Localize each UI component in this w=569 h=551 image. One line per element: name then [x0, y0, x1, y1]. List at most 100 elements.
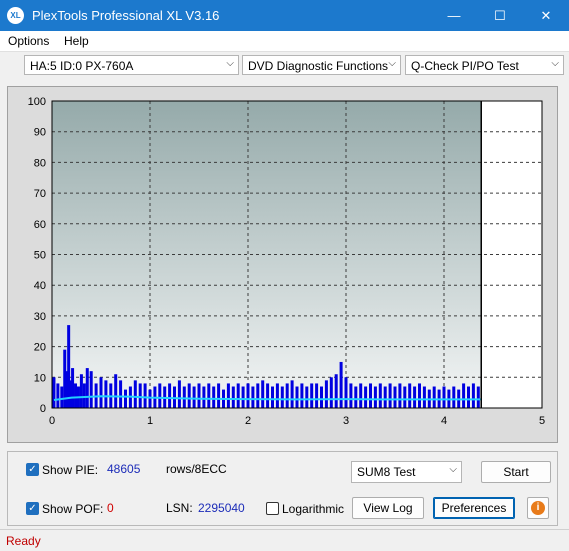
pie-value: 48605	[107, 462, 141, 476]
pie-bar	[82, 383, 86, 408]
pie-bar	[432, 386, 436, 408]
drive-select-value: HA:5 ID:0 PX-760A	[30, 59, 134, 73]
pie-bar	[373, 386, 377, 408]
preferences-button[interactable]: Preferences	[433, 497, 515, 519]
pie-bar	[452, 386, 456, 408]
view-log-button[interactable]: View Log	[352, 497, 424, 519]
pie-bar	[192, 386, 196, 408]
menu-options[interactable]: Options	[8, 34, 49, 48]
pie-bar	[329, 377, 333, 408]
status-text: Ready	[6, 534, 41, 548]
pie-bar	[295, 386, 299, 408]
test-select[interactable]: Q-Check PI/PO Test ⌵	[405, 55, 564, 75]
pie-bar	[310, 383, 314, 408]
info-icon: i	[531, 501, 545, 515]
y-tick-label: 40	[34, 280, 46, 292]
pie-bar	[300, 383, 304, 408]
status-bar: Ready	[0, 529, 569, 551]
y-tick-label: 20	[34, 342, 46, 354]
pie-bar	[324, 380, 328, 408]
pie-bar	[231, 386, 235, 408]
chevron-down-icon: ⌵	[388, 58, 396, 69]
pie-bar	[393, 386, 397, 408]
pie-bar	[285, 383, 289, 408]
pie-bar	[226, 383, 230, 408]
pie-bar	[369, 383, 372, 408]
pie-bar	[138, 383, 142, 408]
maximize-button[interactable]: ☐	[477, 0, 523, 31]
y-tick-label: 100	[28, 96, 46, 108]
pof-value: 0	[107, 501, 114, 515]
pie-bar	[52, 377, 56, 408]
divider	[0, 51, 569, 52]
pie-bar	[207, 383, 211, 408]
y-tick-label: 10	[34, 372, 46, 384]
info-button[interactable]: i	[527, 497, 549, 519]
chart-panel: 0 10 20 30 40 50 60 70 80 90 100 0 1 2 3 4 5	[7, 86, 558, 443]
pie-bar	[290, 380, 294, 408]
pie-bar	[177, 380, 181, 408]
drive-select[interactable]: HA:5 ID:0 PX-760A ⌵	[24, 55, 239, 75]
pie-bar	[349, 383, 353, 408]
x-tick-label: 0	[49, 415, 55, 427]
function-select[interactable]: DVD Diagnostic Functions ⌵	[242, 55, 401, 75]
pie-bar	[241, 386, 245, 408]
pie-bar	[99, 377, 103, 408]
y-tick-label: 60	[34, 219, 46, 231]
sum8-test-select-value: SUM8 Test	[357, 465, 416, 479]
pie-bar	[143, 383, 147, 408]
pie-bar	[354, 386, 358, 408]
show-pie-checkbox[interactable]: ✓	[26, 463, 39, 476]
pie-bar	[442, 386, 446, 408]
pie-bar	[422, 386, 426, 408]
y-tick-label: 90	[34, 127, 46, 139]
close-button[interactable]: ✕	[523, 0, 569, 31]
pie-bar	[251, 386, 255, 408]
pie-bar	[217, 383, 221, 408]
y-tick-label: 30	[34, 311, 46, 323]
show-pof-checkbox[interactable]: ✓	[26, 502, 39, 515]
pie-bar	[85, 368, 89, 408]
chevron-down-icon: ⌵	[226, 58, 234, 69]
pie-bar	[315, 383, 319, 408]
app-logo-icon: XL	[7, 7, 24, 24]
title-bar: XL PlexTools Professional XL V3.16 — ☐ ✕	[0, 0, 569, 31]
y-tick-label: 70	[34, 188, 46, 200]
menu-help[interactable]: Help	[64, 34, 89, 48]
pie-bar	[187, 383, 191, 408]
pi-chart: 0 10 20 30 40 50 60 70 80 90 100 0 1 2 3 4 5	[28, 96, 545, 427]
pie-bar	[359, 383, 363, 408]
lsn-value: 2295040	[198, 501, 245, 515]
sum8-test-select[interactable]: SUM8 Test ⌵	[351, 461, 462, 483]
logarithmic-label: Logarithmic	[282, 502, 345, 516]
minimize-button[interactable]: —	[431, 0, 477, 31]
pie-bar	[212, 386, 216, 408]
pie-bar	[261, 380, 265, 408]
menu-bar: Options Help	[0, 31, 569, 51]
show-pie-label: Show PIE:	[42, 463, 99, 477]
x-tick-label: 4	[441, 415, 447, 427]
x-tick-label: 3	[343, 415, 349, 427]
pie-bar	[74, 383, 78, 408]
pie-bar	[344, 377, 348, 408]
pie-bar	[168, 383, 172, 408]
y-tick-label: 50	[34, 250, 46, 262]
test-select-value: Q-Check PI/PO Test	[411, 59, 519, 73]
logarithmic-checkbox[interactable]	[266, 502, 279, 515]
pie-bar	[280, 386, 284, 408]
pie-bar	[305, 386, 309, 408]
chevron-down-icon: ⌵	[449, 464, 457, 475]
pie-bar	[403, 386, 407, 408]
pie-bar	[476, 386, 480, 408]
pie-bar	[275, 383, 279, 408]
pie-bar	[408, 383, 412, 408]
pie-bar	[462, 383, 466, 408]
start-button[interactable]: Start	[481, 461, 551, 483]
pie-bar	[182, 386, 186, 408]
pie-bar	[388, 383, 392, 408]
pie-bar	[60, 386, 64, 408]
y-tick-label: 0	[40, 403, 46, 415]
pie-bar	[320, 386, 323, 408]
pie-bar	[413, 386, 417, 408]
plot-area	[52, 101, 482, 408]
